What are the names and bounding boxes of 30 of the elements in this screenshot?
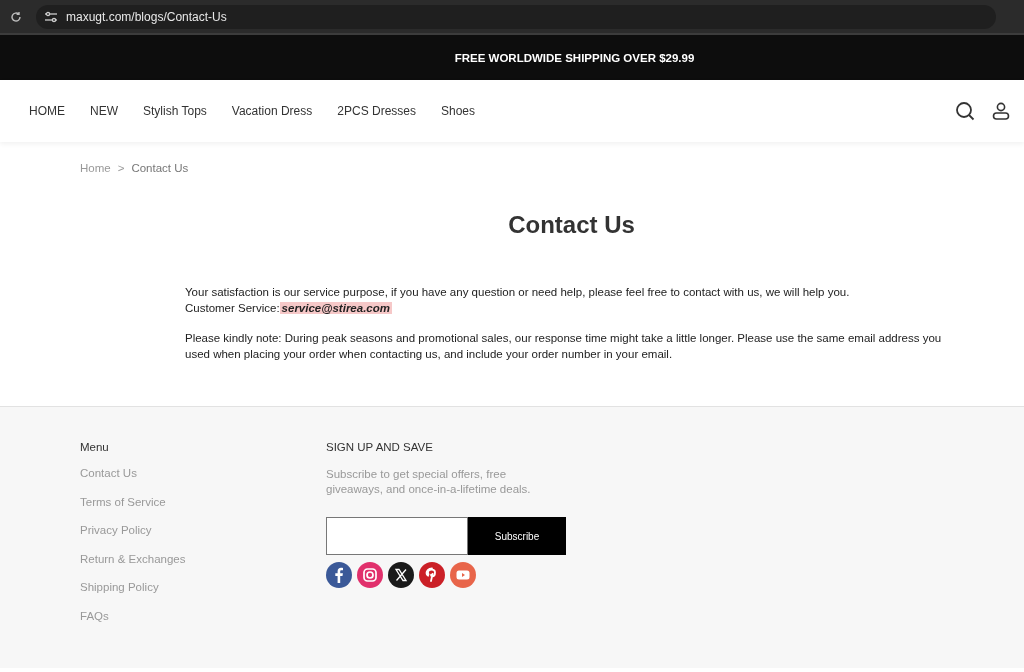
address-bar[interactable]: maxugt.com/blogs/Contact-Us: [36, 4, 996, 29]
reload-icon[interactable]: [10, 10, 22, 23]
nav-link[interactable]: Shoes: [441, 104, 476, 118]
menu-heading: Menu: [80, 441, 110, 453]
signup-text: Subscribe to get special offers, free giveaways, and once-in-a-lifetime deals.: [326, 467, 532, 497]
nav-link[interactable]: HOME: [29, 104, 65, 118]
page-title: Contact Us: [507, 211, 636, 239]
user-icon[interactable]: [992, 102, 1010, 120]
nav-link[interactable]: Vacation Dress: [231, 104, 313, 118]
search-icon[interactable]: [955, 101, 975, 121]
nav-link[interactable]: NEW: [90, 104, 118, 118]
facebook-icon[interactable]: [326, 562, 352, 588]
nav-link[interactable]: 2PCS Dresses: [337, 104, 416, 118]
breadcrumb-separator: >: [117, 162, 125, 176]
pinterest-icon[interactable]: [419, 562, 445, 588]
subscribe-button[interactable]: Subscribe: [468, 517, 566, 555]
customer-service-label: Customer Service:: [185, 301, 280, 314]
email-link[interactable]: service@stirea.com: [279, 301, 392, 314]
url-text: maxugt.com/blogs/Contact-Us: [66, 9, 227, 24]
breadcrumb-link[interactable]: Contact Us: [131, 162, 189, 181]
email-field[interactable]: [326, 517, 468, 555]
nav-link[interactable]: Stylish Tops: [143, 104, 207, 118]
instagram-icon[interactable]: [357, 562, 383, 588]
announcement-bar: FREE WORLDWIDE SHIPPING OVER $29.99: [0, 35, 1024, 80]
signup-heading: SIGN UP AND SAVE: [326, 441, 434, 453]
intro-text: Your satisfaction is our service purpose, if you have any question or need help, please feel free to contact with us, we will help you.: [185, 285, 851, 300]
youtube-icon[interactable]: [450, 562, 476, 588]
note-text: Please kindly note: During peak seasons and promotional sales, our response time might take a little longer. Please use the same email address you used when placing your order when contacting us, and include your order number in your email.: [185, 331, 943, 362]
x-icon[interactable]: [388, 562, 414, 588]
site-settings-icon[interactable]: [44, 10, 58, 23]
